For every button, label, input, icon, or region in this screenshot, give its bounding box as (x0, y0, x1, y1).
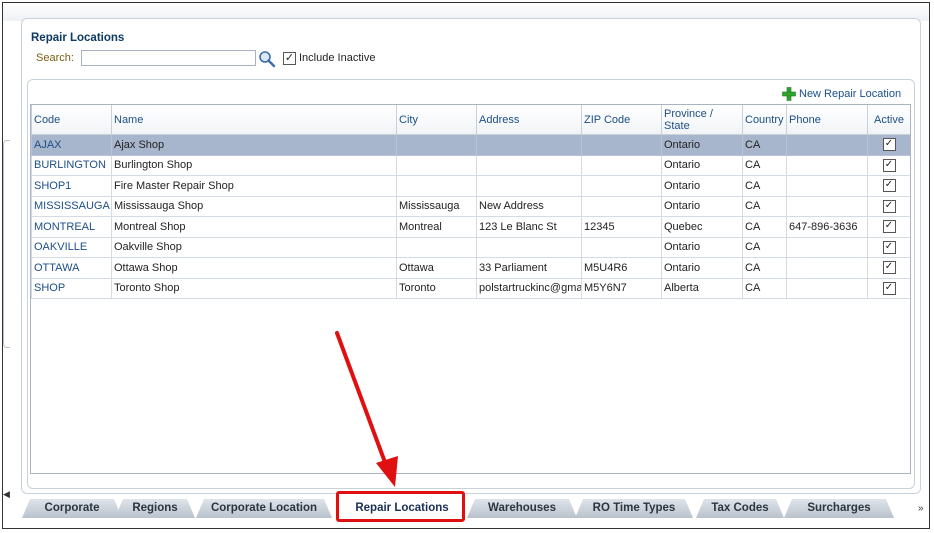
annotation-arrow (335, 331, 398, 487)
